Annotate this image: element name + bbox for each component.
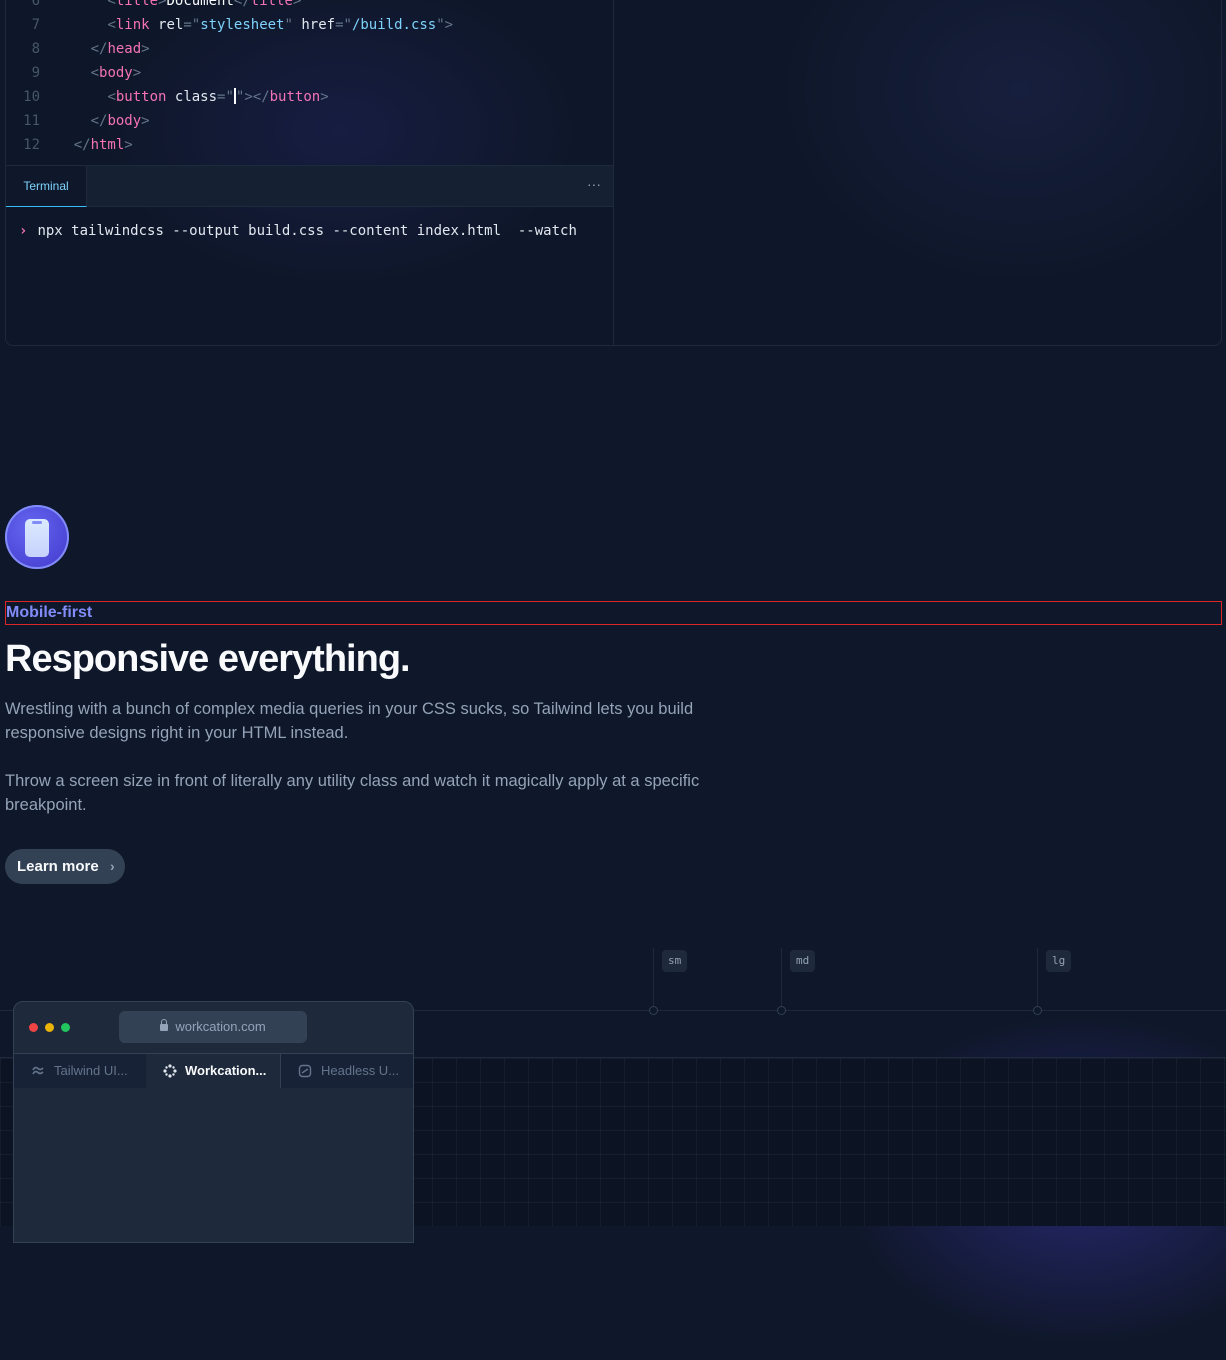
- section-paragraph-1: Wrestling with a bunch of complex media …: [5, 700, 694, 742]
- terminal-command: npx tailwindcss --output build.css --con…: [37, 223, 577, 239]
- code-line: 9 <body>: [31, 65, 142, 81]
- breakpoint-label-sm: sm: [662, 950, 688, 972]
- preview-pane: [613, 0, 1221, 345]
- browser-tab-bar: Tailwind UI... Workcation... Headless U.…: [14, 1053, 413, 1089]
- breakpoint-line: [653, 948, 654, 1008]
- lock-icon: [160, 1019, 169, 1031]
- breakpoint-label-lg: lg: [1046, 950, 1072, 972]
- code-line: 12 </html>: [23, 137, 133, 153]
- breakpoint-label-md: md: [790, 950, 816, 972]
- browser-viewport: [14, 1088, 413, 1242]
- chevron-right-icon: ›: [110, 858, 115, 874]
- code-pane[interactable]: 6 <title>Document</title> 7 <link rel="s…: [6, 0, 613, 165]
- code-line: 11 </body>: [23, 113, 150, 129]
- minimize-dot[interactable]: [45, 1023, 54, 1032]
- mobile-phone-icon: [5, 505, 69, 569]
- breakpoint-handle[interactable]: [1033, 1006, 1042, 1015]
- prompt-icon: ›: [19, 223, 28, 239]
- code-line: 6 <title>Document</title>: [31, 0, 302, 9]
- breakpoint-handle[interactable]: [777, 1006, 786, 1015]
- breakpoint-handle[interactable]: [649, 1006, 658, 1015]
- address-bar[interactable]: workcation.com: [119, 1011, 307, 1043]
- tab-terminal[interactable]: Terminal: [6, 166, 87, 207]
- code-line: 8 </head>: [31, 41, 150, 57]
- breakpoint-line: [781, 948, 782, 1008]
- terminal-tab-bar: Terminal ···: [6, 165, 613, 207]
- section-eyebrow: Mobile-first: [5, 601, 1222, 625]
- headless-icon: [298, 1064, 312, 1078]
- browser-window: workcation.com Tailwind UI... Workcation…: [13, 1001, 414, 1243]
- browser-tab[interactable]: Headless U...: [280, 1054, 413, 1088]
- tailwind-icon: [32, 1066, 44, 1075]
- maximize-dot[interactable]: [61, 1023, 70, 1032]
- url-text: workcation.com: [175, 1019, 266, 1034]
- ellipsis-icon[interactable]: ···: [587, 166, 601, 206]
- terminal-command-line[interactable]: › npx tailwindcss --output build.css --co…: [19, 223, 577, 239]
- close-dot[interactable]: [29, 1023, 38, 1032]
- workcation-icon: [163, 1064, 177, 1078]
- section-title: Responsive everything.: [5, 638, 411, 680]
- breakpoint-line: [1037, 948, 1038, 1008]
- learn-more-button[interactable]: Learn more ›: [5, 849, 125, 884]
- browser-tab[interactable]: Tailwind UI...: [14, 1054, 146, 1088]
- section-paragraph-2: Throw a screen size in front of literall…: [5, 772, 700, 814]
- code-line-active: 10 <button class=" "></button>: [23, 88, 329, 105]
- browser-tab-active[interactable]: Workcation...: [146, 1054, 280, 1088]
- code-editor-panel: 6 <title>Document</title> 7 <link rel="s…: [5, 0, 1222, 346]
- code-line: 7 <link rel="stylesheet" href="/build.cs…: [31, 17, 454, 33]
